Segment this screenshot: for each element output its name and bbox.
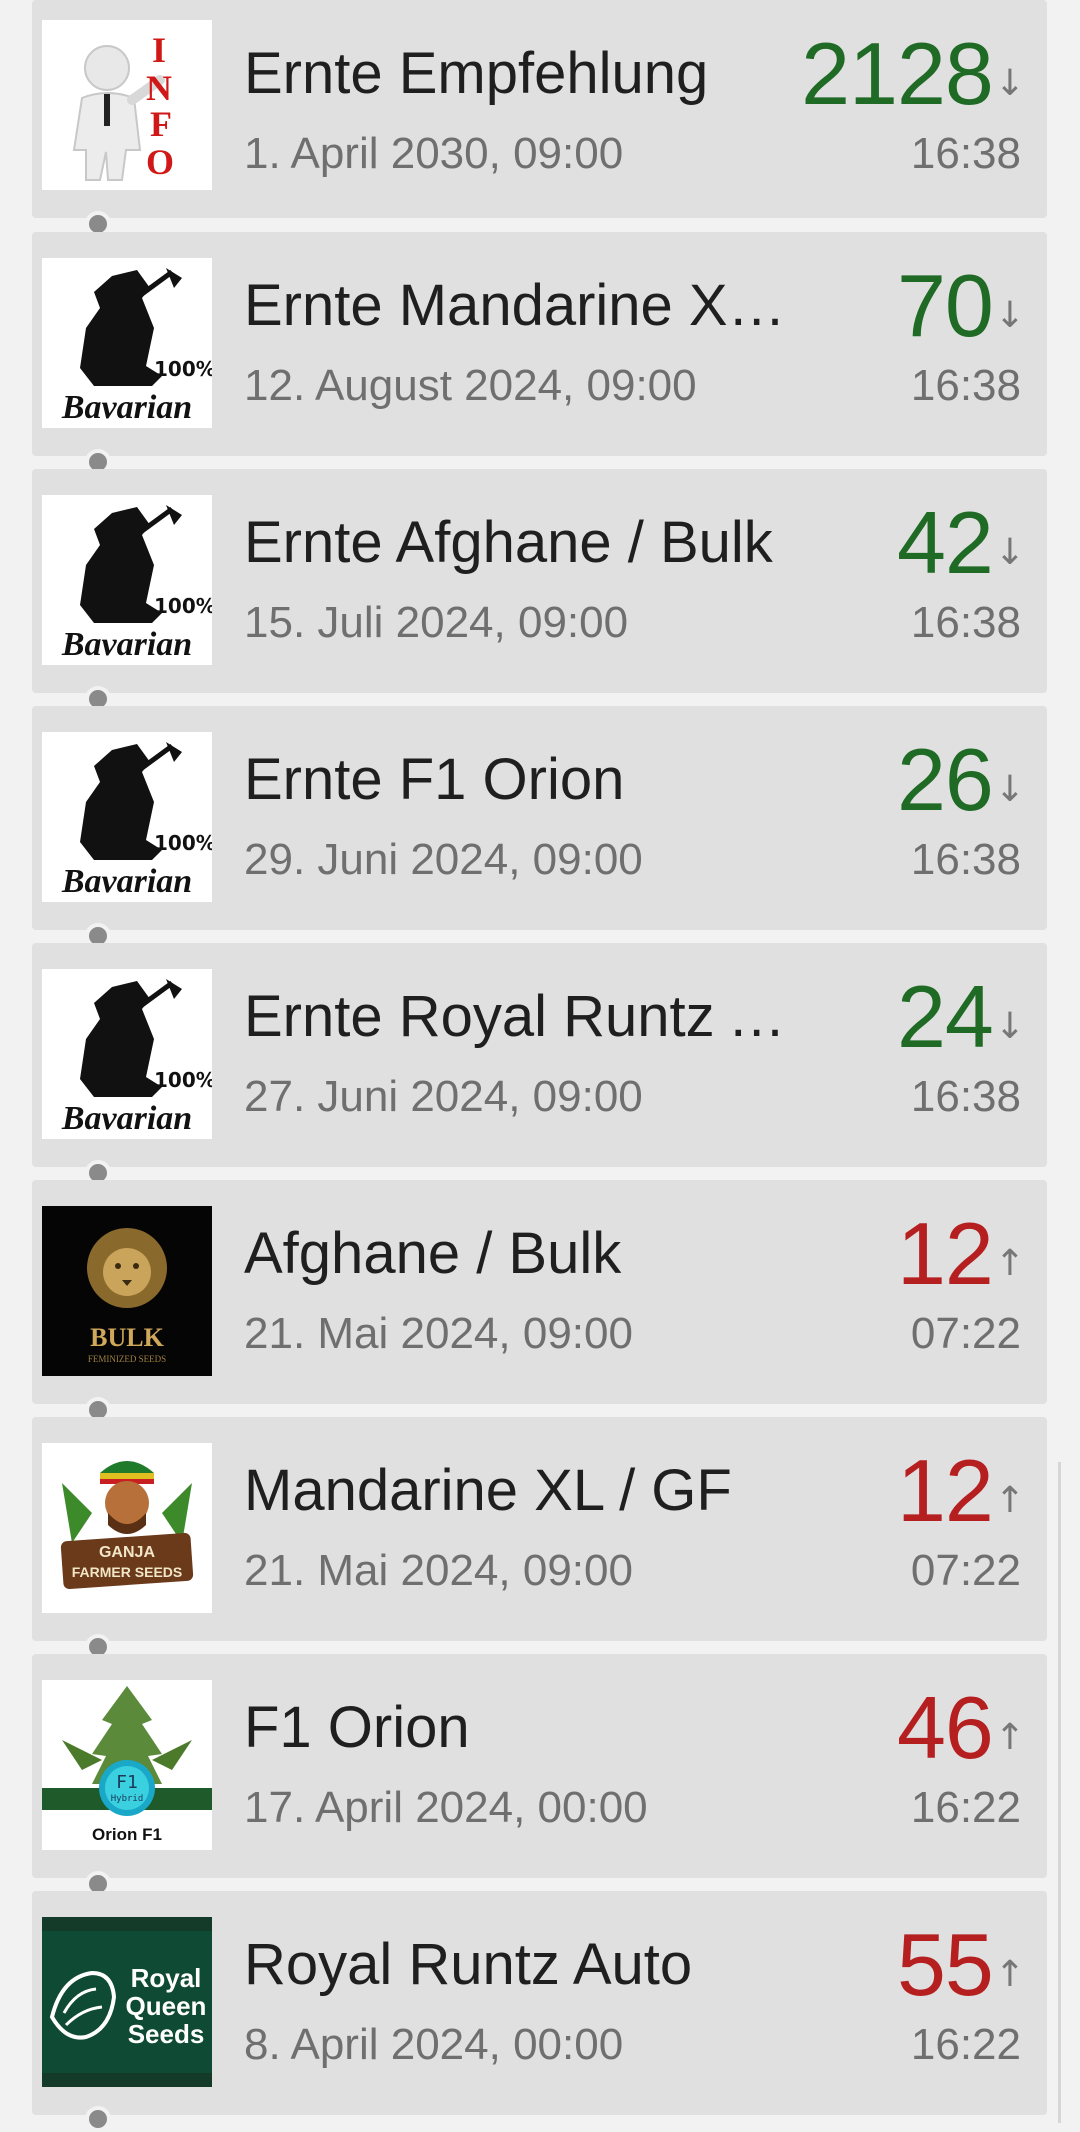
item-date: 17. April 2024, 00:00: [244, 1783, 648, 1832]
arrow-up-icon: ↑: [994, 1954, 1025, 1995]
item-time: 07:22: [910, 1546, 1021, 1595]
item-time: 07:22: [910, 1309, 1021, 1358]
item-time: 16:38: [910, 1072, 1021, 1121]
count-group: 26 ↓: [897, 732, 1025, 828]
list-item[interactable]: GANJA FARMER SEEDS Mandarine XL / GF 21.…: [32, 1417, 1047, 1641]
count-group: 12 ↑: [897, 1443, 1025, 1539]
item-date: 21. Mai 2024, 09:00: [244, 1309, 633, 1358]
item-time: 16:22: [910, 1783, 1021, 1832]
svg-text:I: I: [152, 30, 166, 70]
svg-text:100%: 100%: [154, 831, 212, 855]
svg-text:N: N: [146, 68, 172, 108]
count-group: 12 ↑: [897, 1206, 1025, 1302]
list-item[interactable]: Royal Queen Seeds Royal Runtz Auto 8. Ap…: [32, 1891, 1047, 2115]
bulk-lion-logo: BULK FEMINIZED SEEDS: [42, 1206, 212, 1376]
item-count: 2128: [801, 24, 994, 123]
arrow-down-icon: ↓: [994, 1006, 1025, 1047]
svg-text:100%: 100%: [154, 357, 212, 381]
list-item[interactable]: I N F O Ernte Empfehlung 1. April 2030, …: [32, 0, 1047, 218]
item-date: 8. April 2024, 00:00: [244, 2020, 624, 2069]
list-item[interactable]: 100% Bavarian Ernte Royal Runtz Auto 27.…: [32, 943, 1047, 1167]
item-date: 12. August 2024, 09:00: [244, 361, 697, 410]
svg-text:F1: F1: [116, 1772, 138, 1793]
item-time: 16:38: [910, 361, 1021, 410]
item-count: 70: [896, 256, 994, 355]
item-date: 21. Mai 2024, 09:00: [244, 1546, 633, 1595]
item-title: Ernte Royal Runtz Auto: [244, 984, 814, 1049]
svg-text:Hybrid: Hybrid: [111, 1794, 144, 1804]
bavarian-logo: 100% Bavarian: [42, 969, 212, 1139]
item-count: 26: [896, 730, 994, 829]
orion-f1-logo: F1 Hybrid Orion F1: [42, 1680, 212, 1850]
bavarian-logo: 100% Bavarian: [42, 495, 212, 665]
svg-text:Queen: Queen: [126, 1991, 207, 2021]
svg-text:FARMER SEEDS: FARMER SEEDS: [72, 1564, 182, 1580]
item-count: 42: [896, 493, 994, 592]
svg-text:Bavarian: Bavarian: [61, 1100, 192, 1137]
item-count: 24: [896, 967, 994, 1066]
svg-text:FEMINIZED SEEDS: FEMINIZED SEEDS: [88, 1354, 166, 1364]
count-group: 46 ↑: [897, 1680, 1025, 1776]
item-time: 16:38: [910, 129, 1021, 178]
scrollbar-track[interactable]: [1058, 1462, 1061, 2123]
svg-text:F: F: [150, 104, 172, 144]
count-group: 70 ↓: [897, 258, 1025, 354]
bavarian-logo: 100% Bavarian: [42, 732, 212, 902]
arrow-up-icon: ↑: [994, 1717, 1025, 1758]
item-count: 12: [896, 1204, 994, 1303]
list-item[interactable]: 100% Bavarian Ernte F1 Orion 29. Juni 20…: [32, 706, 1047, 930]
item-date: 15. Juli 2024, 09:00: [244, 598, 629, 647]
item-count: 12: [896, 1441, 994, 1540]
item-title: Mandarine XL / GF: [244, 1458, 732, 1523]
arrow-down-icon: ↓: [994, 63, 1025, 104]
arrow-up-icon: ↑: [994, 1480, 1025, 1521]
svg-text:O: O: [146, 142, 174, 182]
arrow-down-icon: ↓: [994, 769, 1025, 810]
item-date: 29. Juni 2024, 09:00: [244, 835, 643, 884]
item-title: F1 Orion: [244, 1695, 470, 1760]
list-item[interactable]: BULK FEMINIZED SEEDS Afghane / Bulk 21. …: [32, 1180, 1047, 1404]
arrow-down-icon: ↓: [994, 295, 1025, 336]
svg-text:BULK: BULK: [90, 1323, 164, 1352]
svg-text:GANJA: GANJA: [99, 1544, 155, 1561]
item-time: 16:22: [910, 2020, 1021, 2069]
event-list: I N F O Ernte Empfehlung 1. April 2030, …: [0, 0, 1080, 2132]
svg-text:100%: 100%: [154, 594, 212, 618]
svg-text:Bavarian: Bavarian: [61, 863, 192, 900]
count-group: 42 ↓: [897, 495, 1025, 591]
item-title: Royal Runtz Auto: [244, 1932, 693, 1997]
item-count: 46: [896, 1678, 994, 1777]
count-group: 24 ↓: [897, 969, 1025, 1065]
info-icon: I N F O: [42, 20, 212, 190]
count-group: 55 ↑: [897, 1917, 1025, 2013]
ganja-farmer-logo: GANJA FARMER SEEDS: [42, 1443, 212, 1613]
item-count: 55: [896, 1915, 994, 2014]
item-title: Ernte F1 Orion: [244, 747, 625, 812]
svg-text:Bavarian: Bavarian: [61, 626, 192, 663]
svg-text:Royal: Royal: [131, 1963, 202, 1993]
item-date: 27. Juni 2024, 09:00: [244, 1072, 643, 1121]
svg-text:Orion F1: Orion F1: [92, 1825, 162, 1844]
svg-text:100%: 100%: [154, 1068, 212, 1092]
count-group: 2128 ↓: [801, 26, 1025, 122]
item-title: Ernte Empfehlung: [244, 41, 709, 106]
timeline-dot: [85, 2106, 111, 2132]
arrow-up-icon: ↑: [994, 1243, 1025, 1284]
svg-text:Seeds: Seeds: [128, 2019, 205, 2049]
item-time: 16:38: [910, 598, 1021, 647]
list-item[interactable]: 100% Bavarian Ernte Afghane / Bulk 15. J…: [32, 469, 1047, 693]
list-item[interactable]: 100% Bavarian Ernte Mandarine XL / GF 12…: [32, 232, 1047, 456]
svg-text:Bavarian: Bavarian: [61, 389, 192, 426]
item-date: 1. April 2030, 09:00: [244, 129, 624, 178]
royal-queen-logo: Royal Queen Seeds: [42, 1917, 212, 2087]
arrow-down-icon: ↓: [994, 532, 1025, 573]
item-title: Afghane / Bulk: [244, 1221, 622, 1286]
item-time: 16:38: [910, 835, 1021, 884]
item-title: Ernte Afghane / Bulk: [244, 510, 773, 575]
bavarian-logo: 100% Bavarian: [42, 258, 212, 428]
list-item[interactable]: F1 Hybrid Orion F1 F1 Orion 17. April 20…: [32, 1654, 1047, 1878]
item-title: Ernte Mandarine XL / GF: [244, 273, 814, 338]
